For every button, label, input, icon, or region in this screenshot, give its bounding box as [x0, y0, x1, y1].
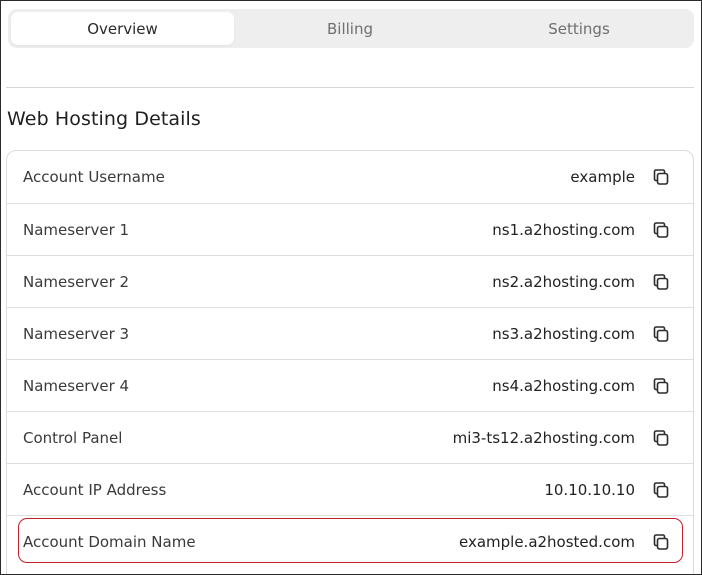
copy-icon[interactable]: [651, 376, 671, 396]
detail-row-account-username: Account Username example: [7, 151, 693, 203]
detail-value: ns4.a2hosting.com: [492, 377, 635, 395]
detail-label: Nameserver 2: [23, 273, 130, 291]
detail-row-nameserver-1: Nameserver 1 ns1.a2hosting.com: [7, 203, 693, 255]
detail-label: Nameserver 4: [23, 377, 130, 395]
tab-billing[interactable]: Billing: [239, 12, 461, 45]
detail-row-nameserver-2: Nameserver 2 ns2.a2hosting.com: [7, 255, 693, 307]
detail-label: Account Username: [23, 168, 165, 186]
detail-value: ns3.a2hosting.com: [492, 325, 635, 343]
section-title: Web Hosting Details: [7, 108, 201, 130]
detail-row-nameserver-4: Nameserver 4 ns4.a2hosting.com: [7, 359, 693, 411]
copy-icon[interactable]: [651, 167, 671, 187]
hosting-details-panel: Overview Billing Settings Web Hosting De…: [0, 0, 702, 575]
detail-row-account-domain-name: Account Domain Name example.a2hosted.com: [7, 515, 693, 567]
detail-value: 10.10.10.10: [544, 481, 635, 499]
detail-value: mi3-ts12.a2hosting.com: [452, 429, 635, 447]
tab-bar: Overview Billing Settings: [8, 9, 694, 48]
copy-icon[interactable]: [651, 428, 671, 448]
tab-overview[interactable]: Overview: [11, 12, 234, 45]
detail-value: ns1.a2hosting.com: [492, 221, 635, 239]
copy-icon[interactable]: [651, 480, 671, 500]
detail-value: example: [570, 168, 635, 186]
detail-value: example.a2hosted.com: [458, 533, 635, 551]
details-card: Account Username example Nameserver 1 ns…: [6, 150, 694, 574]
detail-label: Nameserver 3: [23, 325, 130, 343]
detail-value: ns2.a2hosting.com: [492, 273, 635, 291]
copy-icon[interactable]: [651, 272, 671, 292]
tab-settings[interactable]: Settings: [467, 12, 691, 45]
copy-icon[interactable]: [651, 324, 671, 344]
detail-label: Account Domain Name: [23, 533, 196, 551]
detail-label: Nameserver 1: [23, 221, 130, 239]
section-divider: [6, 87, 694, 88]
detail-row-account-ip-address: Account IP Address 10.10.10.10: [7, 463, 693, 515]
detail-row-nameserver-3: Nameserver 3 ns3.a2hosting.com: [7, 307, 693, 359]
detail-label: Account IP Address: [23, 481, 167, 499]
copy-icon[interactable]: [651, 220, 671, 240]
copy-icon[interactable]: [651, 532, 671, 552]
detail-row-control-panel: Control Panel mi3-ts12.a2hosting.com: [7, 411, 693, 463]
detail-label: Control Panel: [23, 429, 123, 447]
